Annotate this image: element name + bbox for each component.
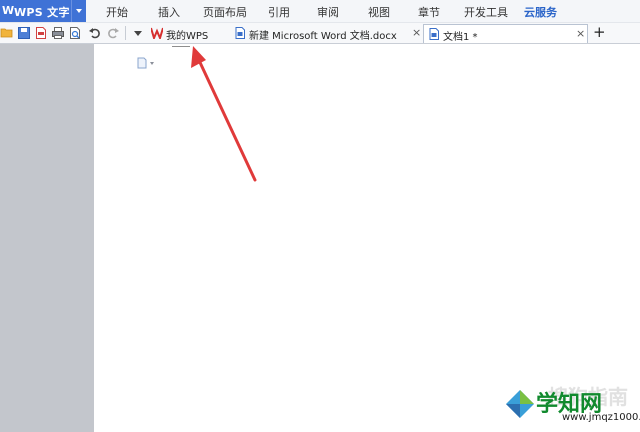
new-tab-button[interactable]: + — [593, 23, 606, 41]
wps-logo: W — [2, 4, 15, 17]
menu-references[interactable]: 引用 — [268, 4, 290, 20]
redo-icon[interactable] — [106, 26, 120, 40]
document-page[interactable]: 搜狗指南 — [94, 44, 640, 432]
tab-label: 新建 Microsoft Word 文档.docx — [249, 31, 397, 42]
menu-insert[interactable]: 插入 — [158, 4, 180, 20]
print-icon[interactable] — [51, 26, 65, 40]
tab-label: 文档1 * — [443, 32, 478, 43]
site-brand-logo: 学知网 www.jmqz1000.com — [504, 384, 640, 424]
tab-document1[interactable]: 文档1 * × — [423, 24, 588, 43]
wps-logo-icon — [150, 27, 164, 42]
print-preview-icon[interactable] — [68, 26, 82, 40]
close-tab-icon[interactable]: × — [576, 27, 585, 40]
menu-bar: W WPS 文字 开始 插入 页面布局 引用 审阅 视图 章节 开发工具 云服务 — [0, 0, 640, 23]
app-title: WPS 文字 — [14, 6, 70, 19]
doc-icon — [428, 28, 440, 43]
toolbar-divider — [125, 26, 126, 40]
brand-logo-icon — [506, 390, 534, 418]
close-tab-icon[interactable]: × — [412, 26, 421, 39]
app-menu-dropdown[interactable] — [71, 0, 87, 22]
menu-home[interactable]: 开始 — [106, 4, 128, 20]
quick-toolbar-and-tabs: 我的WPS 新建 Microsoft Word 文档.docx × 文档1 * … — [0, 23, 640, 44]
more-dropdown-icon[interactable] — [131, 26, 145, 40]
brand-url: www.jmqz1000.com — [562, 412, 640, 423]
export-pdf-icon[interactable] — [34, 26, 48, 40]
menu-review[interactable]: 审阅 — [317, 4, 339, 20]
menu-view[interactable]: 视图 — [368, 4, 390, 20]
paste-options-icon[interactable] — [136, 54, 156, 73]
save-icon[interactable] — [17, 26, 31, 40]
menu-sections[interactable]: 章节 — [418, 4, 440, 20]
menu-cloud-services[interactable]: 云服务 — [524, 4, 557, 20]
chevron-down-icon — [76, 9, 82, 13]
undo-icon[interactable] — [88, 26, 102, 40]
menu-developer[interactable]: 开发工具 — [464, 4, 508, 20]
annotation-arrow — [191, 46, 257, 182]
menu-page-layout[interactable]: 页面布局 — [203, 4, 247, 20]
app-menu-button[interactable]: W WPS 文字 — [0, 0, 86, 22]
open-folder-icon[interactable] — [0, 26, 14, 40]
